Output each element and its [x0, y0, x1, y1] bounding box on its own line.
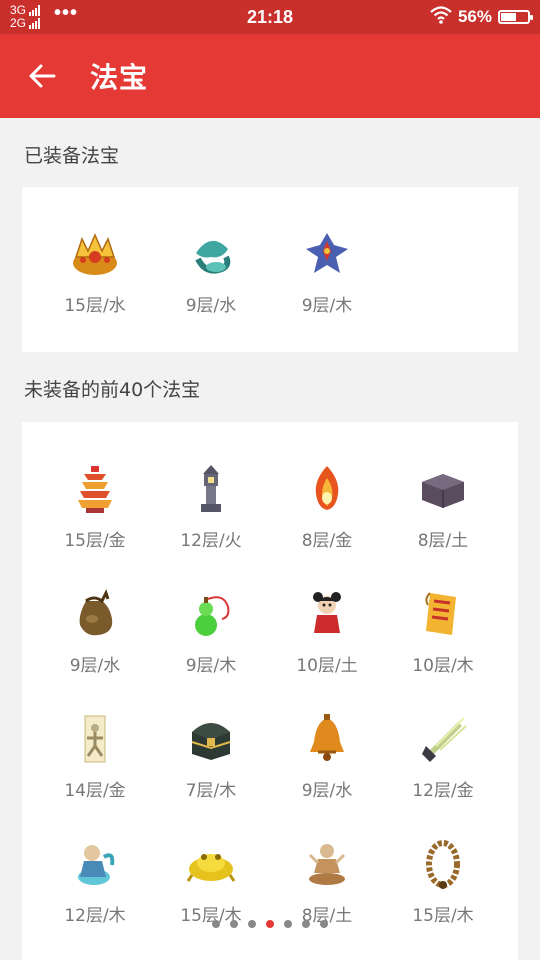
fabao-item[interactable]: 14层/金 — [37, 698, 153, 808]
fabao-item[interactable]: 15层/木 — [153, 823, 269, 933]
fabao-item-label: 9层/木 — [301, 296, 353, 316]
fabao-item[interactable]: 9层/木 — [269, 213, 385, 323]
status-bar: 3G 2G ••• 21:18 56% — [0, 0, 540, 34]
fabao-item-label: 9层/水 — [301, 781, 353, 801]
page-dot[interactable] — [230, 920, 238, 928]
fabao-item-label: 8层/土 — [417, 531, 469, 551]
fabao-item-label: 9层/水 — [185, 296, 237, 316]
fabao-item[interactable]: 10层/木 — [385, 573, 501, 683]
fabao-item-label: 12层/金 — [412, 781, 474, 801]
fabao-item[interactable]: 15层/金 — [37, 448, 153, 558]
page-dot[interactable] — [284, 920, 292, 928]
winged-ornament-icon — [300, 227, 354, 281]
fabao-item-label: 9层/木 — [185, 656, 237, 676]
unequipped-heading: 未装备的前40个法宝 — [24, 379, 201, 401]
app-bar: 法宝 — [0, 34, 540, 118]
page-dot[interactable] — [212, 920, 220, 928]
doll-icon — [300, 587, 354, 641]
fabao-item[interactable]: 8层/土 — [385, 448, 501, 558]
fabao-item[interactable]: 15层/水 — [37, 213, 153, 323]
golden-crown-icon — [68, 227, 122, 281]
fabao-item[interactable]: 9层/水 — [37, 573, 153, 683]
battery-icon — [498, 10, 533, 24]
page-dot[interactable] — [248, 920, 256, 928]
paper-figure-icon — [68, 712, 122, 766]
signal-bars-icon — [29, 5, 41, 16]
fabao-item[interactable]: 12层/木 — [37, 823, 153, 933]
fabao-item-label: 7层/木 — [185, 781, 237, 801]
jade-dragon-icon — [184, 227, 238, 281]
fabao-item[interactable]: 9层/水 — [269, 698, 385, 808]
prayer-beads-icon — [416, 837, 470, 891]
notification-dots: ••• — [54, 1, 79, 24]
spirit-figure-icon — [68, 837, 122, 891]
fabao-item-label: 12层/火 — [180, 531, 242, 551]
back-button[interactable] — [0, 34, 84, 118]
fabao-item[interactable]: 9层/木 — [153, 573, 269, 683]
fabao-item-label: 15层/金 — [64, 531, 126, 551]
arrow-left-icon — [29, 64, 56, 88]
fabao-item-label: 9层/水 — [69, 656, 121, 676]
meditating-monk-icon — [300, 837, 354, 891]
treasure-chest-icon — [184, 712, 238, 766]
fabao-item-label: 10层/木 — [412, 656, 474, 676]
page-dot[interactable] — [266, 920, 274, 928]
fabao-item[interactable]: 8层/土 — [269, 823, 385, 933]
stone-box-icon — [416, 462, 470, 516]
page-dot[interactable] — [302, 920, 310, 928]
fabao-item-label: 14层/金 — [64, 781, 126, 801]
equipped-card: 15层/水 9层/水 9层/木 — [22, 187, 518, 352]
fabao-item[interactable]: 7层/木 — [153, 698, 269, 808]
fabao-item[interactable]: 9层/水 — [153, 213, 269, 323]
battery-percent: 56% — [457, 7, 492, 26]
unequipped-card: 15层/金 12层/火 8层/金 8层/土 9层/水 9层/木 10层/土 10层/木 14层/… — [22, 422, 518, 960]
fabao-item[interactable]: 10层/土 — [269, 573, 385, 683]
scroll-talisman-icon — [416, 587, 470, 641]
equipped-heading: 已装备法宝 — [24, 145, 120, 167]
fabao-item[interactable]: 12层/金 — [385, 698, 501, 808]
green-gourd-icon — [184, 587, 238, 641]
cloth-sack-icon — [68, 587, 122, 641]
fabao-item[interactable]: 15层/木 — [385, 823, 501, 933]
fabao-item[interactable]: 12层/火 — [153, 448, 269, 558]
page-title: 法宝 — [90, 61, 149, 94]
signal-bars-icon — [29, 18, 41, 29]
signal-block: 3G 2G — [10, 4, 41, 30]
stone-lantern-icon — [184, 462, 238, 516]
flame-orb-icon — [300, 462, 354, 516]
bronze-bell-icon — [300, 712, 354, 766]
flying-sword-icon — [416, 712, 470, 766]
fabao-item-label: 10层/土 — [296, 656, 358, 676]
fabao-item[interactable]: 8层/金 — [269, 448, 385, 558]
wifi-icon — [430, 5, 452, 29]
fabao-item-label: 8层/金 — [301, 531, 353, 551]
fabao-item-label: 15层/水 — [64, 296, 126, 316]
page-indicator — [0, 920, 540, 928]
golden-toad-icon — [184, 837, 238, 891]
pagoda-icon — [68, 462, 122, 516]
page-dot[interactable] — [320, 920, 328, 928]
network-type-2: 2G — [10, 16, 27, 30]
